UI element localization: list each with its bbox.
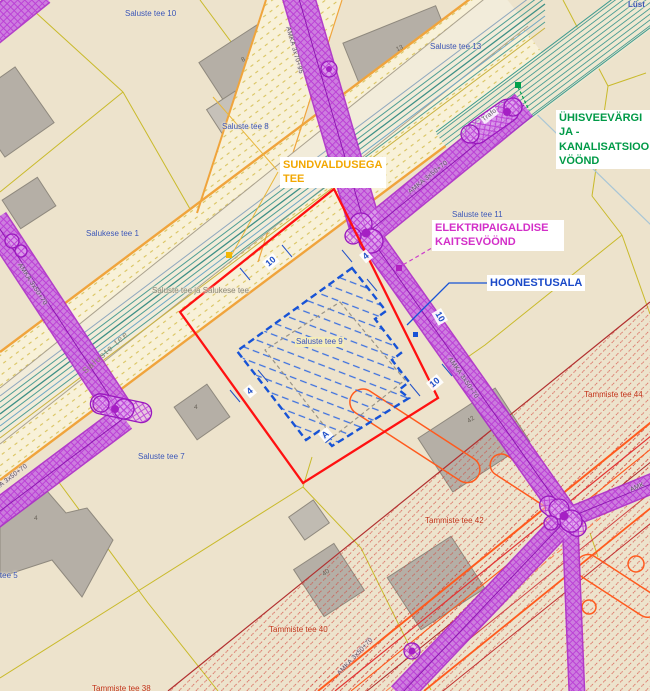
parcel-label: Tammiste tee 44 bbox=[584, 390, 643, 400]
parcel-label: Saluste tee 11 bbox=[452, 210, 503, 220]
building-number: 4 bbox=[194, 404, 198, 412]
parcel-label: Salukese tee 1 bbox=[86, 229, 139, 239]
water-marker-dot bbox=[515, 82, 521, 88]
parcel-label: Saluste tee 7 bbox=[138, 452, 185, 462]
zone-label-sundvaldusega-tee: SUNDVALDUSEGA TEE bbox=[280, 157, 386, 188]
electric-marker-dot bbox=[396, 265, 402, 271]
parcel-label: Saluste tee 5 bbox=[0, 571, 18, 581]
building-number: 4 bbox=[34, 515, 38, 523]
parcel-label-plan-site: Saluste tee 9 bbox=[295, 337, 344, 347]
parcel-label: Saluste tee 8 bbox=[222, 122, 269, 132]
zone-label-uhisveevargi: ÜHISVEEVÄRGI JA -KANALISATSIOONI VÖÖND bbox=[556, 110, 650, 169]
parcel-label: Tammiste tee 42 bbox=[425, 516, 484, 526]
entry-marker-dot bbox=[413, 332, 418, 337]
zone-label-elektripaigaldise: ELEKTRIPAIGALDISE KAITSEVÖÖND bbox=[432, 220, 564, 251]
zone-label-hoonestusala: HOONESTUSALA bbox=[487, 275, 585, 291]
road-marker-dot bbox=[226, 252, 232, 258]
detail-plan-map: SUNDVALDUSEGA TEE ÜHISVEEVÄRGI JA -KANAL… bbox=[0, 0, 650, 691]
parcel-label: Tammiste tee 40 bbox=[269, 625, 328, 635]
parcel-label: Tammiste tee 38 bbox=[92, 684, 151, 691]
parcel-label: Lüst bbox=[628, 0, 645, 10]
parcel-label: Saluste tee 13 bbox=[430, 42, 481, 52]
road-section-label: Saluste tee ja Salukese tee bbox=[152, 286, 249, 296]
parcel-label: Saluste tee 10 bbox=[125, 9, 176, 19]
